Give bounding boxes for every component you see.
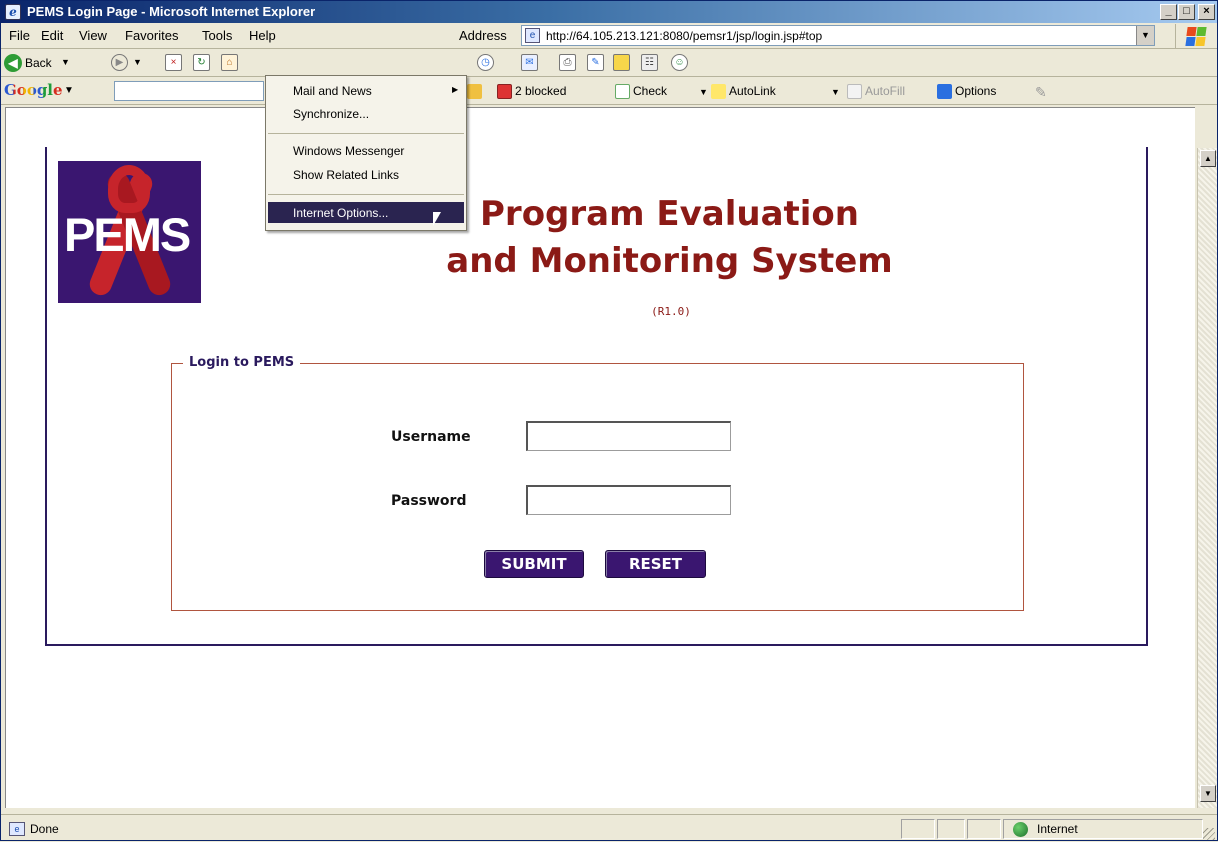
page-done-icon: e bbox=[9, 822, 25, 836]
status-text: Done bbox=[30, 822, 59, 836]
print-icon[interactable]: ⎙ bbox=[559, 54, 576, 71]
menu-item-mail-and-news[interactable]: Mail and News bbox=[293, 84, 372, 98]
menu-edit[interactable]: Edit bbox=[41, 28, 63, 43]
address-label: Address bbox=[459, 28, 507, 43]
submit-button[interactable]: SUBMIT bbox=[484, 550, 584, 578]
autolink-dropdown-icon[interactable]: ▼ bbox=[831, 87, 840, 97]
home-icon[interactable]: ⌂ bbox=[221, 54, 238, 71]
autolink-button[interactable]: AutoLink bbox=[711, 84, 776, 100]
title-bar: e PEMS Login Page - Microsoft Internet E… bbox=[1, 1, 1217, 23]
page-title: Program Evaluation and Monitoring System bbox=[421, 191, 918, 285]
login-legend: Login to PEMS bbox=[183, 355, 301, 370]
options-button[interactable]: Options bbox=[937, 84, 997, 100]
discuss-icon[interactable] bbox=[613, 54, 630, 71]
window-title: PEMS Login Page - Microsoft Internet Exp… bbox=[27, 4, 316, 19]
scroll-down-icon[interactable]: ▼ bbox=[1200, 785, 1216, 802]
menu-file[interactable]: File bbox=[9, 28, 30, 43]
status-pane bbox=[967, 819, 1001, 839]
stop-icon[interactable]: × bbox=[165, 54, 182, 71]
back-button[interactable]: Back bbox=[25, 56, 52, 70]
password-field[interactable] bbox=[526, 485, 731, 515]
username-label: Username bbox=[391, 429, 471, 445]
options-label: Options bbox=[955, 84, 997, 98]
check-dropdown-icon[interactable]: ▼ bbox=[699, 87, 708, 97]
mouse-cursor-icon bbox=[433, 212, 441, 226]
menu-item-windows-messenger[interactable]: Windows Messenger bbox=[293, 144, 404, 158]
page-title-line-2: and Monitoring System bbox=[446, 241, 893, 281]
pems-logo: PEMS bbox=[58, 161, 201, 303]
back-arrow-icon[interactable]: ◀ bbox=[4, 54, 22, 72]
forward-icon[interactable]: ▶ bbox=[111, 54, 128, 71]
status-bar: e Done Internet bbox=[1, 814, 1217, 842]
menu-item-synchronize[interactable]: Synchronize... bbox=[293, 107, 369, 121]
autofill-label: AutoFill bbox=[865, 84, 906, 98]
google-logo[interactable]: Google bbox=[4, 81, 63, 99]
spell-check-button[interactable]: Check bbox=[615, 84, 668, 100]
minimize-button[interactable]: _ bbox=[1160, 4, 1177, 20]
page-icon: e bbox=[525, 28, 540, 43]
browser-window: e PEMS Login Page - Microsoft Internet E… bbox=[0, 0, 1218, 841]
scroll-up-icon[interactable]: ▲ bbox=[1200, 150, 1216, 167]
address-bar[interactable]: e http://64.105.213.121:8080/pemsr1/jsp/… bbox=[521, 25, 1155, 46]
page-title-line-1: Program Evaluation bbox=[480, 194, 859, 234]
version-label: (R1.0) bbox=[651, 305, 691, 318]
menu-separator bbox=[268, 133, 464, 134]
chevron-down-icon[interactable]: ▼ bbox=[1136, 26, 1154, 45]
menu-favorites[interactable]: Favorites bbox=[125, 28, 178, 43]
windows-logo-icon bbox=[1175, 24, 1209, 48]
messenger-icon[interactable]: ☺ bbox=[671, 54, 688, 71]
menu-bar: File Edit View Favorites Tools Help Addr… bbox=[1, 23, 1217, 49]
vertical-scrollbar[interactable]: ▲ ▼ bbox=[1197, 148, 1217, 808]
ribbon-loop bbox=[108, 165, 150, 213]
internet-explorer-icon: e bbox=[5, 4, 21, 20]
status-pane bbox=[901, 819, 935, 839]
pems-logo-text: PEMS bbox=[64, 208, 191, 261]
autofill-button[interactable]: AutoFill bbox=[847, 84, 906, 100]
forward-dropdown-icon[interactable]: ▼ bbox=[133, 57, 142, 67]
research-icon[interactable]: ☷ bbox=[641, 54, 658, 71]
autolink-label: AutoLink bbox=[729, 84, 776, 98]
google-dropdown-icon[interactable]: ▼ bbox=[64, 85, 74, 96]
back-dropdown-icon[interactable]: ▼ bbox=[61, 57, 70, 67]
tools-menu: Mail and News ▶ Synchronize... Windows M… bbox=[265, 75, 467, 231]
history-icon[interactable]: ◷ bbox=[477, 54, 494, 71]
standard-toolbar: ◀ Back ▼ ▶ ▼ × ↻ ⌂ ◷ ✉ ⎙ ✎ ☷ ☺ bbox=[1, 49, 1217, 77]
search-web-icon[interactable] bbox=[467, 84, 485, 100]
username-field[interactable] bbox=[526, 421, 731, 451]
submenu-arrow-icon: ▶ bbox=[452, 85, 459, 94]
menu-view[interactable]: View bbox=[79, 28, 107, 43]
google-search-input[interactable] bbox=[114, 81, 264, 101]
menu-item-show-related-links[interactable]: Show Related Links bbox=[293, 168, 399, 182]
menu-separator bbox=[268, 194, 464, 195]
refresh-icon[interactable]: ↻ bbox=[193, 54, 210, 71]
security-zone: Internet bbox=[1037, 822, 1078, 836]
close-button[interactable]: × bbox=[1198, 4, 1215, 20]
reset-button[interactable]: RESET bbox=[605, 550, 706, 578]
internet-globe-icon bbox=[1013, 822, 1028, 837]
status-pane bbox=[937, 819, 965, 839]
edit-icon[interactable]: ✎ bbox=[587, 54, 604, 71]
address-url[interactable]: http://64.105.213.121:8080/pemsr1/jsp/lo… bbox=[546, 29, 822, 43]
password-label: Password bbox=[391, 493, 467, 509]
menu-item-internet-options[interactable]: Internet Options... bbox=[293, 206, 388, 220]
popup-blocker[interactable]: 2 blocked bbox=[497, 84, 567, 100]
zone-pane bbox=[1003, 819, 1203, 839]
pencil-icon[interactable]: ✎ bbox=[1035, 84, 1047, 101]
maximize-button[interactable]: □ bbox=[1178, 4, 1195, 20]
mail-icon[interactable]: ✉ bbox=[521, 54, 538, 71]
popup-blocked-label: 2 blocked bbox=[515, 84, 567, 98]
resize-grip-icon[interactable] bbox=[1203, 828, 1215, 840]
google-toolbar: Google ▼ 2 blocked Check ▼ AutoLink ▼ Au… bbox=[1, 77, 1217, 105]
menu-tools[interactable]: Tools bbox=[202, 28, 232, 43]
google-logo-text: Google bbox=[4, 81, 63, 99]
menu-help[interactable]: Help bbox=[249, 28, 276, 43]
spell-check-label: Check bbox=[633, 84, 668, 98]
